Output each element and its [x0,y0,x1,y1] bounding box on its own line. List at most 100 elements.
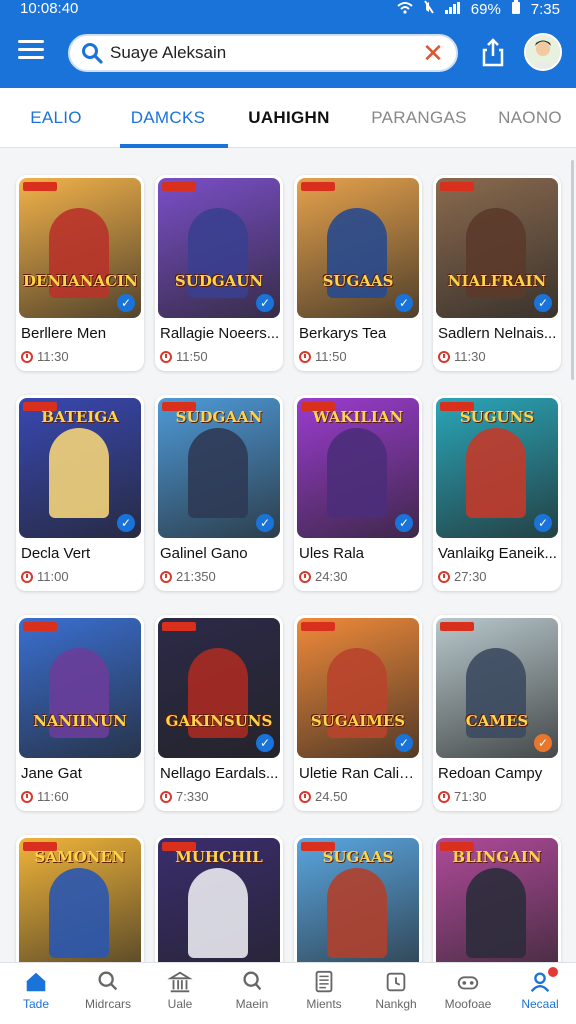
scrollbar[interactable] [571,160,574,380]
tab-ealio[interactable]: EALIO [0,88,112,148]
game-time-text: 11:50 [315,349,347,364]
game-title: Ules Rala [299,545,365,562]
magnifier-icon [243,971,262,991]
game-thumbnail: SUGUNS ✓ [436,398,558,538]
nav-item-midrcars[interactable]: Midrcars [72,963,144,1024]
game-thumbnail: BATEIGA ✓ [19,398,141,538]
clock-icon [386,972,406,992]
game-card[interactable]: SUGUNS ✓ Vanlaikg Eaneik... 27:30 [433,395,561,591]
share-button[interactable] [480,38,506,68]
game-time-text: 11:30 [454,349,486,364]
clock-icon [21,570,33,583]
clock-icon [160,790,172,803]
game-card[interactable]: SUDGAAN ✓ Galinel Gano 21:350 [155,395,283,591]
nav-item-necaal[interactable]: Necaal [504,963,576,1024]
artwork-title: BATEIGA [41,408,119,426]
verified-check-icon: ✓ [534,514,552,532]
nav-item-moofoae[interactable]: Moofoae [432,963,504,1024]
nav-label: Mients [306,997,342,1011]
game-card[interactable]: SUDGAUN ✓ Rallagie Noeers... 11:50 [155,175,283,371]
tab-naono[interactable]: NAONO [484,88,576,148]
game-title: Jane Gat [21,765,82,782]
clock-icon [21,790,33,803]
search-bar[interactable]: ✕ [68,34,458,72]
game-thumbnail: BLINGAIN [436,838,558,978]
verified-check-icon: ✓ [395,734,413,752]
hamburger-icon [18,40,44,43]
corner-tag [162,182,196,191]
corner-tag [162,622,196,631]
game-card[interactable]: NANIINUN Jane Gat 11:60 [16,615,144,811]
game-time: 11:30 [21,349,69,364]
clock-icon [438,350,450,363]
game-time-text: 11:00 [37,569,69,584]
game-thumbnail: SAMONEN [19,838,141,978]
game-thumbnail: NANIINUN [19,618,141,758]
nav-item-nankgh[interactable]: Nankgh [360,963,432,1024]
artwork-title: SUDGAAN [175,408,263,426]
verified-check-icon: ✓ [395,294,413,312]
artwork-title: SUDGAUN [174,272,264,290]
status-clock: 7:35 [530,0,560,18]
game-title: Galinel Gano [160,545,248,562]
game-time: 27:30 [438,569,487,584]
game-thumbnail: WAKILIAN ✓ [297,398,419,538]
game-time: 24:30 [299,569,348,584]
artwork-title: CAMES [465,712,529,730]
artwork-title: SUGAAS [322,848,394,866]
game-time: 11:50 [160,349,208,364]
game-thumbnail: GAKINSUNS ✓ [158,618,280,758]
game-card[interactable]: BATEIGA ✓ Decla Vert 11:00 [16,395,144,591]
artwork-title: NIALFRAIN [447,272,547,290]
character-figure [327,428,387,518]
nav-label: Moofoae [444,997,492,1011]
game-card[interactable]: NIALFRAIN ✓ Sadlern Nelnais... 11:30 [433,175,561,371]
game-time-text: 11:30 [37,349,69,364]
search-icon [80,41,104,65]
game-card[interactable]: CAMES ✓ Redoan Campy 71:30 [433,615,561,811]
category-tabs: EALIO DAMCKS UAHIGHN PARANGAS NAONO [0,88,576,148]
tab-damcks[interactable]: DAMCKS [112,88,228,148]
clear-search-icon[interactable]: ✕ [418,38,448,68]
game-time-text: 11:60 [37,789,69,804]
clock-icon [160,350,172,363]
mute-icon [423,0,435,18]
corner-tag [301,182,335,191]
artwork-title: SAMONEN [34,848,126,866]
clock-icon [160,570,172,583]
nav-item-mients[interactable]: Mients [288,963,360,1024]
game-time: 24.50 [299,789,348,804]
game-time: 11:60 [21,789,69,804]
game-time-text: 11:50 [176,349,208,364]
artwork-title: NANIINUN [33,712,127,730]
status-bar: 10:08:40 69% 7:35 [0,0,576,20]
game-thumbnail: SUGAIMES ✓ [297,618,419,758]
nav-item-uale[interactable]: Uale [144,963,216,1024]
user-avatar[interactable] [524,33,562,71]
verified-check-icon: ✓ [256,514,274,532]
game-card[interactable]: WAKILIAN ✓ Ules Rala 24:30 [294,395,422,591]
game-card[interactable]: GAKINSUNS ✓ Nellago Eardals... 7:330 [155,615,283,811]
nav-item-maein[interactable]: Maein [216,963,288,1024]
verified-check-icon: ✓ [534,734,552,752]
nav-label: Tade [22,997,50,1011]
game-thumbnail: NIALFRAIN ✓ [436,178,558,318]
game-card[interactable]: SUGAIMES ✓ Uletie Ran Calis... 24.50 [294,615,422,811]
game-title: Sadlern Nelnais... [438,325,557,342]
menu-button[interactable] [18,40,44,62]
game-title: Berllere Men [21,325,107,342]
game-card[interactable]: SUGAAS ✓ Berkarys Tea 11:50 [294,175,422,371]
search-input[interactable] [104,43,418,63]
game-title: Rallagie Noeers... [160,325,280,342]
game-card[interactable]: DENIANACIN ✓ Berllere Men 11:30 [16,175,144,371]
artwork-title: GAKINSUNS [165,712,273,730]
notification-badge [548,967,558,977]
tab-parangas[interactable]: PARANGAS [354,88,484,148]
artwork-title: SUGAAS [322,272,394,290]
character-figure [49,868,109,958]
game-time: 11:50 [299,349,347,364]
clock-icon [299,790,311,803]
tab-uahighn[interactable]: UAHIGHN [224,88,354,148]
game-thumbnail: SUGAAS [297,838,419,978]
nav-item-tade[interactable]: Tade [0,963,72,1024]
